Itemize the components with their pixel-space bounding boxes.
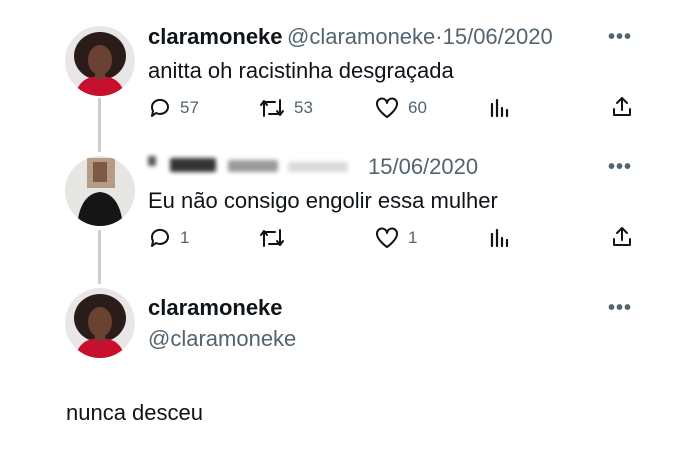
- more-icon[interactable]: •••: [608, 297, 632, 320]
- analytics-button[interactable]: [488, 226, 512, 250]
- share-icon: [610, 95, 634, 119]
- heart-icon: [374, 226, 400, 250]
- tweet-date[interactable]: 15/06/2020: [368, 154, 478, 180]
- tweet-date[interactable]: 15/06/2020: [443, 24, 553, 49]
- reply-button[interactable]: 57: [148, 96, 199, 120]
- analytics-icon: [488, 226, 512, 250]
- reply-icon: [148, 96, 172, 120]
- avatar[interactable]: [65, 156, 135, 226]
- analytics-icon: [488, 96, 512, 120]
- display-name[interactable]: claramoneke: [148, 24, 283, 49]
- reply-button[interactable]: 1: [148, 226, 189, 250]
- retweet-icon: [258, 96, 286, 120]
- main-tweet-text: nunca desceu: [66, 400, 203, 425]
- reply-count: 57: [180, 98, 199, 117]
- heart-icon: [374, 96, 400, 120]
- display-name[interactable]: claramoneke: [148, 295, 283, 321]
- avatar[interactable]: [65, 288, 135, 358]
- user-handle[interactable]: @claramoneke: [148, 326, 296, 352]
- thread-line: [98, 230, 101, 284]
- reply-count: 1: [180, 228, 190, 247]
- thread-line: [98, 98, 101, 152]
- user-handle[interactable]: @claramoneke: [287, 24, 435, 49]
- tweet-header: claramoneke @claramoneke·15/06/2020: [148, 24, 553, 50]
- retweet-icon: [258, 226, 286, 250]
- share-button[interactable]: [610, 95, 634, 119]
- like-button[interactable]: 1: [374, 226, 417, 250]
- tweet-text: Eu não consigo engolir essa mulher: [148, 188, 498, 213]
- like-count: 1: [408, 228, 418, 247]
- retweet-count: 53: [294, 98, 313, 117]
- share-button[interactable]: [610, 225, 634, 249]
- share-icon: [610, 225, 634, 249]
- avatar[interactable]: [65, 26, 135, 96]
- retweet-button[interactable]: [258, 226, 294, 250]
- retweet-button[interactable]: 53: [258, 96, 313, 120]
- tweet-text: anitta oh racistinha desgraçada: [148, 58, 454, 83]
- separator-dot: ·: [435, 24, 443, 49]
- more-icon[interactable]: •••: [608, 156, 632, 179]
- reply-icon: [148, 226, 172, 250]
- more-icon[interactable]: •••: [608, 26, 632, 49]
- redacted-name: [148, 154, 358, 180]
- analytics-button[interactable]: [488, 96, 512, 120]
- like-button[interactable]: 60: [374, 96, 427, 120]
- like-count: 60: [408, 98, 427, 117]
